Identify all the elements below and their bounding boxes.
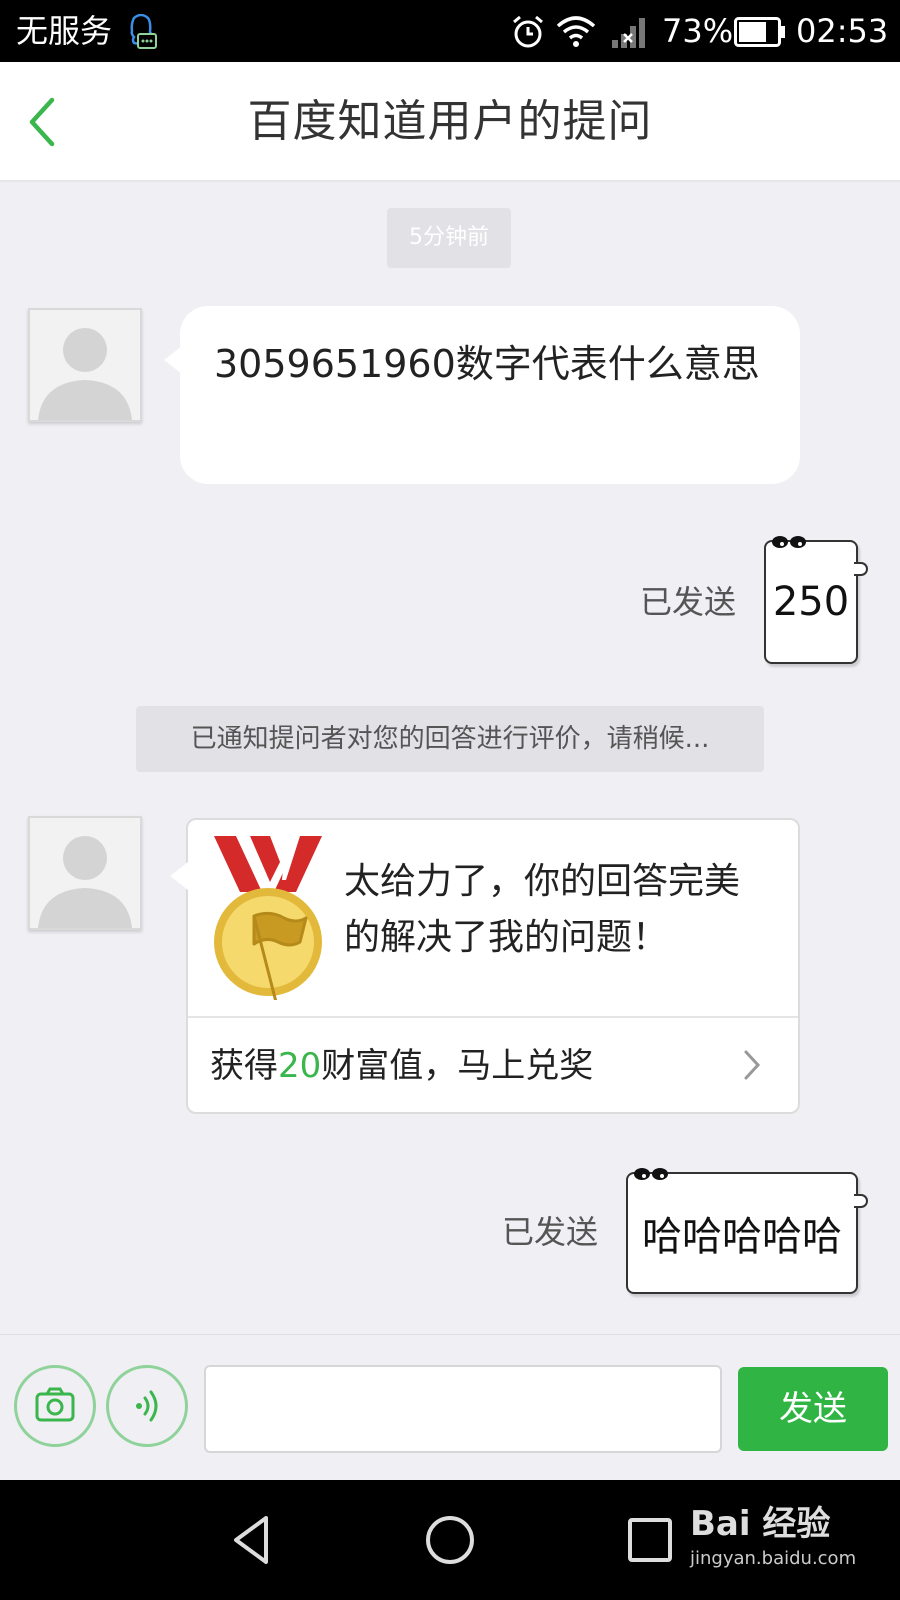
chevron-right-icon xyxy=(744,1050,761,1080)
default-user-icon xyxy=(30,818,140,928)
voice-button[interactable] xyxy=(106,1365,188,1447)
qq-icon xyxy=(130,14,157,49)
question-bubble: 3059651960数字代表什么意思 xyxy=(164,306,800,484)
signal-icon xyxy=(612,18,645,48)
award-message: 太给力了，你的回答完美的解决了我的问题！ xyxy=(344,861,741,958)
page-title: 百度知道用户的提问 xyxy=(247,96,653,147)
question-text: 3059651960数字代表什么意思 xyxy=(214,342,760,386)
nav-home-icon[interactable] xyxy=(420,1510,480,1570)
app-header: 百度知道用户的提问 xyxy=(0,62,900,182)
alarm-icon xyxy=(513,15,543,48)
reply-bubble: 250 xyxy=(764,536,868,664)
asker-avatar[interactable] xyxy=(28,816,142,930)
watermark-brand: Bai 经验 xyxy=(690,1504,831,1544)
nav-back-icon[interactable] xyxy=(222,1510,282,1570)
sent-status: 已发送 xyxy=(502,1213,599,1251)
system-notice: 已通知提问者对您的回答进行评价，请稍候... xyxy=(136,706,764,772)
reward-amount: 20 xyxy=(278,1046,322,1086)
asker-avatar[interactable] xyxy=(28,308,142,422)
sent-status: 已发送 xyxy=(640,583,737,621)
gold-medal-icon xyxy=(214,836,322,1000)
send-button[interactable]: 发送 xyxy=(738,1367,888,1451)
camera-button[interactable] xyxy=(14,1365,96,1447)
default-user-icon xyxy=(30,310,140,420)
voice-icon xyxy=(136,1390,158,1422)
reward-suffix: 财富值，马上兑奖 xyxy=(321,1046,594,1086)
baidu-jingyan-watermark: Bai 经验 jingyan.baidu.com xyxy=(690,1502,890,1582)
message-input[interactable] xyxy=(204,1365,722,1453)
message-timestamp: 5分钟前 xyxy=(387,208,511,268)
reply-text: 250 xyxy=(772,579,850,625)
wifi-icon xyxy=(556,16,596,47)
reward-prefix: 获得 xyxy=(210,1046,278,1086)
status-bar: 无服务 73% 02:53 xyxy=(0,0,900,62)
watermark-url: jingyan.baidu.com xyxy=(690,1548,857,1569)
nav-recent-apps-icon[interactable] xyxy=(620,1510,680,1570)
redeem-reward-link[interactable]: 获得20财富值，马上兑奖 xyxy=(188,1018,798,1112)
clock: 02:53 xyxy=(796,12,889,50)
reward-text: 获得20财富值，马上兑奖 xyxy=(210,1044,593,1088)
reply-text: 哈哈哈哈哈 xyxy=(642,1214,842,1260)
battery-icon xyxy=(734,17,785,47)
reply-bubble: 哈哈哈哈哈 xyxy=(626,1168,868,1294)
camera-icon xyxy=(35,1387,75,1422)
carrier-label: 无服务 xyxy=(16,12,113,50)
award-card: 太给力了，你的回答完美的解决了我的问题！ 获得20财富值，马上兑奖 xyxy=(170,818,800,1114)
input-bar: 发送 xyxy=(0,1334,900,1480)
battery-percent: 73% xyxy=(662,12,734,50)
